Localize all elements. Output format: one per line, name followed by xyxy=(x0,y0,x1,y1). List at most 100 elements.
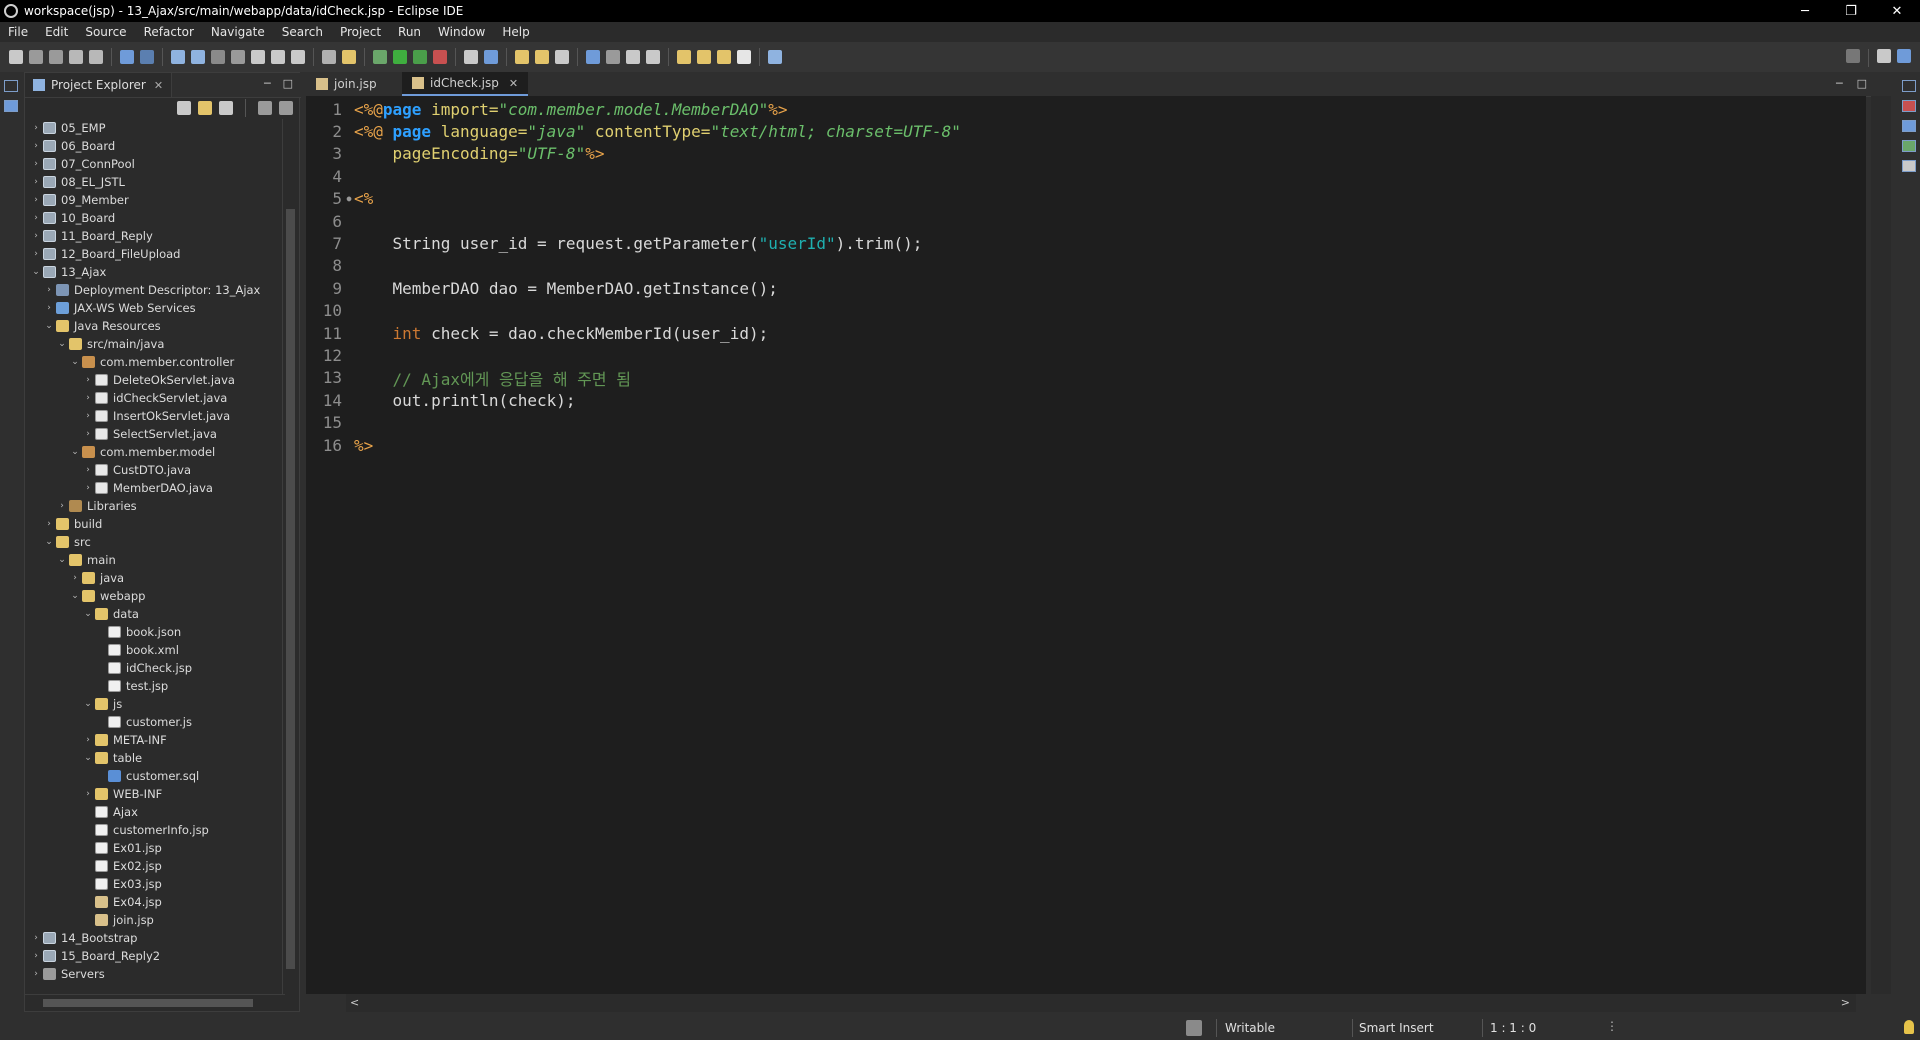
tree-item[interactable]: › build xyxy=(25,515,283,533)
code-line[interactable]: 3 pageEncoding="UTF-8"%> xyxy=(306,143,1826,165)
web-browser-icon[interactable] xyxy=(586,50,600,64)
tree-item[interactable]: test.jsp xyxy=(25,677,283,695)
open-type-icon[interactable] xyxy=(515,50,529,64)
chevron-right-icon[interactable]: › xyxy=(81,375,95,385)
input-method-icon[interactable] xyxy=(1186,1020,1202,1036)
horizontal-scrollbar[interactable] xyxy=(25,994,285,1011)
tree-item[interactable]: › WEB-INF xyxy=(25,785,283,803)
tree-item[interactable]: book.json xyxy=(25,623,283,641)
chevron-down-icon[interactable]: ⌄ xyxy=(81,753,95,763)
chevron-down-icon[interactable]: ⌄ xyxy=(68,357,82,367)
step-over-icon[interactable] xyxy=(271,50,285,64)
search-tool-icon[interactable] xyxy=(555,50,569,64)
tree-item[interactable]: idCheck.jsp xyxy=(25,659,283,677)
editor-vertical-scrollbar[interactable] xyxy=(1871,96,1891,994)
tree-item[interactable]: ⌄ 13_Ajax xyxy=(25,263,283,281)
last-edit-icon[interactable] xyxy=(677,50,691,64)
scroll-right-icon[interactable]: > xyxy=(1841,996,1850,1009)
minimize-editor-icon[interactable]: ─ xyxy=(1836,77,1843,90)
chevron-right-icon[interactable]: › xyxy=(68,573,82,583)
external-tools-icon[interactable] xyxy=(433,50,447,64)
tree-item[interactable]: › InsertOkServlet.java xyxy=(25,407,283,425)
forward-icon[interactable] xyxy=(717,50,731,64)
filter-icon[interactable] xyxy=(219,101,233,115)
menu-edit[interactable]: Edit xyxy=(37,25,77,39)
menu-help[interactable]: Help xyxy=(494,25,538,39)
scrollbar-thumb[interactable] xyxy=(286,209,295,969)
chevron-down-icon[interactable]: ⌄ xyxy=(81,699,95,709)
tip-bulb-icon[interactable] xyxy=(1904,1020,1914,1034)
close-icon[interactable]: ✕ xyxy=(509,77,518,90)
code-line[interactable]: 12 xyxy=(306,344,1826,366)
restore-view-icon[interactable] xyxy=(1902,80,1916,92)
tree-item[interactable]: ⌄ src/main/java xyxy=(25,335,283,353)
chevron-right-icon[interactable]: › xyxy=(42,285,56,295)
menu-source[interactable]: Source xyxy=(77,25,135,39)
chevron-right-icon[interactable]: › xyxy=(29,249,43,259)
debug-run-icon[interactable] xyxy=(373,50,387,64)
code-line[interactable]: 16 %> xyxy=(306,434,1826,456)
save-all-icon[interactable] xyxy=(49,50,63,64)
tree-item[interactable]: › CustDTO.java xyxy=(25,461,283,479)
code-line[interactable]: 8 xyxy=(306,255,1826,277)
tab-join-jsp[interactable]: join.jsp xyxy=(306,72,387,96)
tree-item[interactable]: book.xml xyxy=(25,641,283,659)
chevron-right-icon[interactable]: › xyxy=(42,303,56,313)
console-view-icon[interactable] xyxy=(1902,160,1916,172)
tree-item[interactable]: ⌄ main xyxy=(25,551,283,569)
code-line[interactable]: 5 ● <% xyxy=(306,188,1826,210)
tree-item[interactable]: ⌄ src xyxy=(25,533,283,551)
menu-search[interactable]: Search xyxy=(274,25,332,39)
new-class-icon[interactable] xyxy=(484,50,498,64)
tree-item[interactable]: › Deployment Descriptor: 13_Ajax xyxy=(25,281,283,299)
tree-item[interactable]: › 14_Bootstrap xyxy=(25,929,283,947)
tree-item[interactable]: › java xyxy=(25,569,283,587)
tree-item[interactable]: › 08_EL_JSTL xyxy=(25,173,283,191)
step-return-icon[interactable] xyxy=(291,50,305,64)
tree-item[interactable]: › JAX-WS Web Services xyxy=(25,299,283,317)
tree-item[interactable]: › 15_Board_Reply2 xyxy=(25,947,283,965)
chevron-down-icon[interactable]: ⌄ xyxy=(29,267,43,277)
save-icon[interactable] xyxy=(29,50,43,64)
outline-view-icon[interactable] xyxy=(1902,120,1916,132)
chevron-right-icon[interactable]: › xyxy=(29,123,43,133)
fold-marker-icon[interactable]: ● xyxy=(344,194,354,203)
tree-item[interactable]: › 07_ConnPool xyxy=(25,155,283,173)
chevron-right-icon[interactable]: › xyxy=(29,195,43,205)
tree-item[interactable]: customer.sql xyxy=(25,767,283,785)
chevron-right-icon[interactable]: › xyxy=(29,141,43,151)
chevron-down-icon[interactable]: ⌄ xyxy=(68,591,82,601)
java-ee-perspective-icon[interactable] xyxy=(1897,49,1911,63)
tree-item[interactable]: › META-INF xyxy=(25,731,283,749)
menu-refactor[interactable]: Refactor xyxy=(136,25,203,39)
forward-arrow-icon[interactable] xyxy=(737,50,751,64)
chevron-right-icon[interactable]: › xyxy=(55,501,69,511)
chevron-right-icon[interactable]: › xyxy=(29,159,43,169)
chevron-right-icon[interactable]: › xyxy=(29,213,43,223)
minimize-view-icon[interactable]: ─ xyxy=(264,77,271,90)
tab-idcheck-jsp[interactable]: idCheck.jsp ✕ xyxy=(402,72,529,96)
problems-view-icon[interactable] xyxy=(1902,140,1916,152)
new-server-icon[interactable] xyxy=(464,50,478,64)
annotation-icon[interactable] xyxy=(606,50,620,64)
code-line[interactable]: 15 xyxy=(306,412,1826,434)
terminate-icon[interactable] xyxy=(211,50,225,64)
chevron-right-icon[interactable]: › xyxy=(29,933,43,943)
close-icon[interactable]: ✕ xyxy=(154,79,163,92)
chevron-right-icon[interactable]: › xyxy=(81,393,95,403)
disconnect-icon[interactable] xyxy=(231,50,245,64)
tree-item[interactable]: › 12_Board_FileUpload xyxy=(25,245,283,263)
tree-item[interactable]: › MemberDAO.java xyxy=(25,479,283,497)
tree-item[interactable]: Ajax xyxy=(25,803,283,821)
resume-icon[interactable] xyxy=(171,50,185,64)
use-step-filters-icon[interactable] xyxy=(342,50,356,64)
suspend-icon[interactable] xyxy=(191,50,205,64)
focus-icon[interactable] xyxy=(258,101,272,115)
tree-item[interactable]: › DeleteOkServlet.java xyxy=(25,371,283,389)
tree-item[interactable]: Ex02.jsp xyxy=(25,857,283,875)
project-explorer-tab[interactable]: Project Explorer ✕ xyxy=(25,73,173,97)
tree-item[interactable]: ⌄ com.member.model xyxy=(25,443,283,461)
minimized-view-icon[interactable] xyxy=(4,100,18,112)
tree-item[interactable]: › 05_EMP xyxy=(25,119,283,137)
chevron-down-icon[interactable]: ⌄ xyxy=(42,537,56,547)
